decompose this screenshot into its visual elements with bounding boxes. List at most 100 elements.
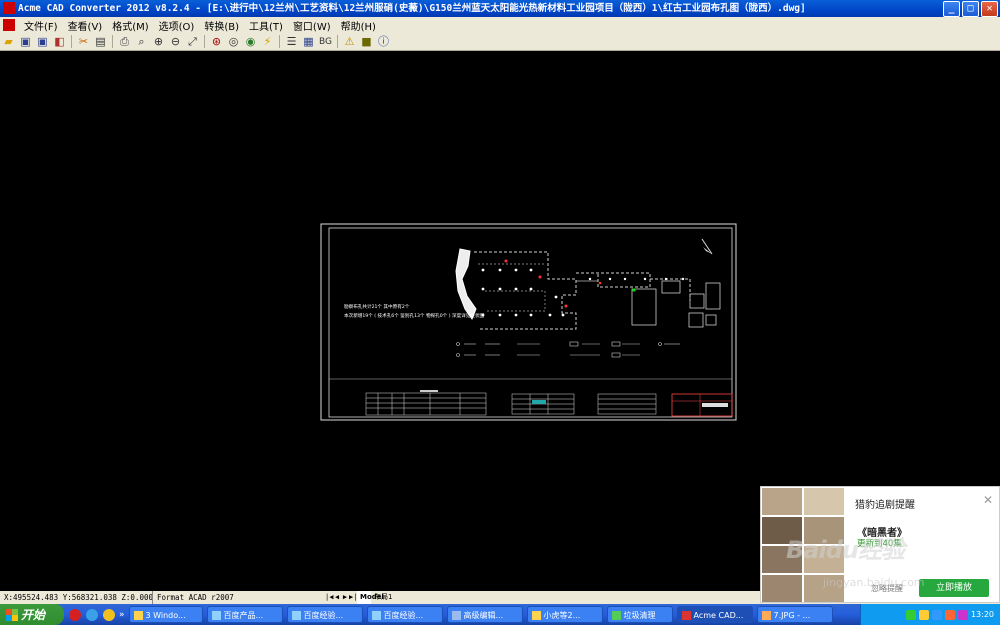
- note-line-2: 本次新增19个 ( 技术孔6个 鉴别孔13个 物探孔0个 ) 深度详见柱状图: [344, 312, 485, 319]
- image-icon: [761, 611, 771, 620]
- notes-table: [597, 393, 657, 415]
- clock[interactable]: 13:20: [971, 610, 994, 619]
- tray-app-icon[interactable]: [944, 609, 955, 620]
- bg-icon[interactable]: BG: [318, 35, 333, 49]
- first-layout-icon[interactable]: |◀: [325, 591, 333, 604]
- next-layout-icon[interactable]: ▶: [341, 591, 349, 604]
- ie-icon[interactable]: [86, 608, 98, 621]
- info-icon[interactable]: ⓘ: [376, 35, 391, 49]
- cleanup-icon: [611, 611, 621, 620]
- taskbar: 开始 » 3 Windo... 百度产品... 百度经验... 百度经验... …: [0, 604, 1000, 625]
- tab-layout1[interactable]: 布局1: [371, 591, 392, 604]
- baidu-watermark: Baidu经验: [786, 536, 905, 564]
- menu-window[interactable]: 窗口(W): [288, 18, 336, 33]
- bookmark-icon[interactable]: ■: [359, 35, 374, 49]
- task-baidu-jingyan-1[interactable]: 百度经验...: [286, 606, 363, 623]
- menu-file[interactable]: 文件(F): [19, 18, 63, 33]
- ie-icon: [211, 611, 221, 620]
- lightning-icon[interactable]: ⚡: [260, 35, 275, 49]
- start-label: 开始: [21, 608, 46, 622]
- last-layout-icon[interactable]: ▶|: [349, 591, 357, 604]
- zoom-out-icon[interactable]: ⊖: [168, 35, 183, 49]
- menu-view[interactable]: 查看(V): [63, 18, 108, 33]
- toolbar-divider: [112, 35, 113, 48]
- boundary-shape: [455, 248, 477, 321]
- note-line-1: 勘察布孔共计21个 其中原有2个: [344, 303, 410, 310]
- ie-icon: [291, 611, 301, 620]
- legend-row: [456, 341, 680, 358]
- print-icon[interactable]: ⎙: [117, 35, 132, 49]
- overflow-chevron-icon[interactable]: »: [119, 610, 125, 620]
- ie-icon: [371, 611, 381, 620]
- toolbar-divider: [204, 35, 205, 48]
- start-button[interactable]: 开始: [0, 604, 64, 625]
- windows-flag-icon: [6, 608, 18, 621]
- app-icon[interactable]: [3, 2, 15, 14]
- system-tray: 13:20: [860, 604, 1000, 625]
- task-windows-explorer[interactable]: 3 Windo...: [128, 606, 203, 623]
- acme-cad-icon: [681, 611, 691, 620]
- task-acme-cad[interactable]: Acme CAD...: [676, 606, 753, 623]
- opera-icon[interactable]: [69, 608, 81, 621]
- security-icon[interactable]: [918, 609, 929, 620]
- folder-icon: [133, 611, 143, 620]
- toolbar-divider: [279, 35, 280, 48]
- building-block: [688, 312, 704, 328]
- layout-nav: |◀ ◀ ▶ ▶| Model 布局1: [325, 591, 392, 604]
- toolbar-divider: [71, 35, 72, 48]
- coordinate-table: [365, 392, 487, 416]
- smiley-icon[interactable]: [103, 608, 115, 621]
- export-dropdown-icon[interactable]: ▤: [93, 35, 108, 49]
- minimize-button[interactable]: _: [943, 1, 960, 17]
- toolbar: ▰ ▣ ▣ ◧ ✂ ▤ ⎙ ⌕ ⊕ ⊖ ⤢ ⊛ ◎ ◉ ⚡ ☰ ▦ BG ⚠ ■…: [0, 33, 1000, 51]
- menu-help[interactable]: 帮助(H): [336, 18, 381, 33]
- batch-convert-icon[interactable]: ◧: [52, 35, 67, 49]
- warning-icon[interactable]: ⚠: [342, 35, 357, 49]
- tab-model[interactable]: Model: [357, 591, 384, 604]
- hide-icon[interactable]: ◉: [243, 35, 258, 49]
- layers-icon[interactable]: ☰: [284, 35, 299, 49]
- volume-icon[interactable]: [957, 609, 968, 620]
- title-bar: Acme CAD Converter 2012 v8.2.4 - [E:\进行中…: [0, 0, 1000, 17]
- task-xiaohu[interactable]: 小虎等2...: [526, 606, 603, 623]
- monitor-icon[interactable]: ▦: [301, 35, 316, 49]
- network-icon[interactable]: [905, 609, 916, 620]
- prev-layout-icon[interactable]: ◀: [333, 591, 341, 604]
- menu-tools[interactable]: 工具(T): [244, 18, 288, 33]
- zoom-window-icon[interactable]: ⤢: [185, 35, 200, 49]
- task-baidu-products[interactable]: 百度产品...: [206, 606, 283, 623]
- zoom-icon[interactable]: ⌕: [134, 35, 149, 49]
- maximize-button[interactable]: □: [962, 1, 979, 17]
- zoom-extents-icon[interactable]: ⊛: [209, 35, 224, 49]
- menu-convert[interactable]: 转换(B): [199, 18, 244, 33]
- shield-icon[interactable]: [931, 609, 942, 620]
- menu-format[interactable]: 格式(M): [107, 18, 153, 33]
- play-now-button[interactable]: 立即播放: [919, 579, 989, 597]
- pan-icon[interactable]: ◎: [226, 35, 241, 49]
- zoom-in-icon[interactable]: ⊕: [151, 35, 166, 49]
- table-highlight-cell: [532, 400, 546, 404]
- title-block-text: [702, 403, 728, 407]
- task-baidu-jingyan-2[interactable]: 百度经验...: [366, 606, 443, 623]
- close-icon[interactable]: ✕: [983, 493, 993, 507]
- borehole-points: [481, 268, 685, 317]
- site-outline: [474, 251, 577, 330]
- toolbar-divider: [337, 35, 338, 48]
- open-icon[interactable]: ▰: [1, 35, 16, 49]
- table-caption: [420, 390, 438, 392]
- document-icon[interactable]: [3, 19, 15, 31]
- existing-borehole: [632, 288, 636, 292]
- key-borehole-points: [504, 259, 602, 308]
- chat-icon: [531, 611, 541, 620]
- task-cleanup[interactable]: 垃圾清理: [606, 606, 673, 623]
- popup-title: 猎豹追剧提醒: [855, 500, 915, 511]
- task-advanced-editor[interactable]: 高级编辑...: [446, 606, 523, 623]
- menu-options[interactable]: 选项(O): [154, 18, 200, 33]
- building-block: [631, 288, 657, 326]
- task-image-viewer[interactable]: 7.JPG - ...: [756, 606, 833, 623]
- building-block: [705, 314, 717, 326]
- save-icon[interactable]: ▣: [18, 35, 33, 49]
- close-button[interactable]: ✕: [981, 1, 998, 17]
- save-as-icon[interactable]: ▣: [35, 35, 50, 49]
- export-icon[interactable]: ✂: [76, 35, 91, 49]
